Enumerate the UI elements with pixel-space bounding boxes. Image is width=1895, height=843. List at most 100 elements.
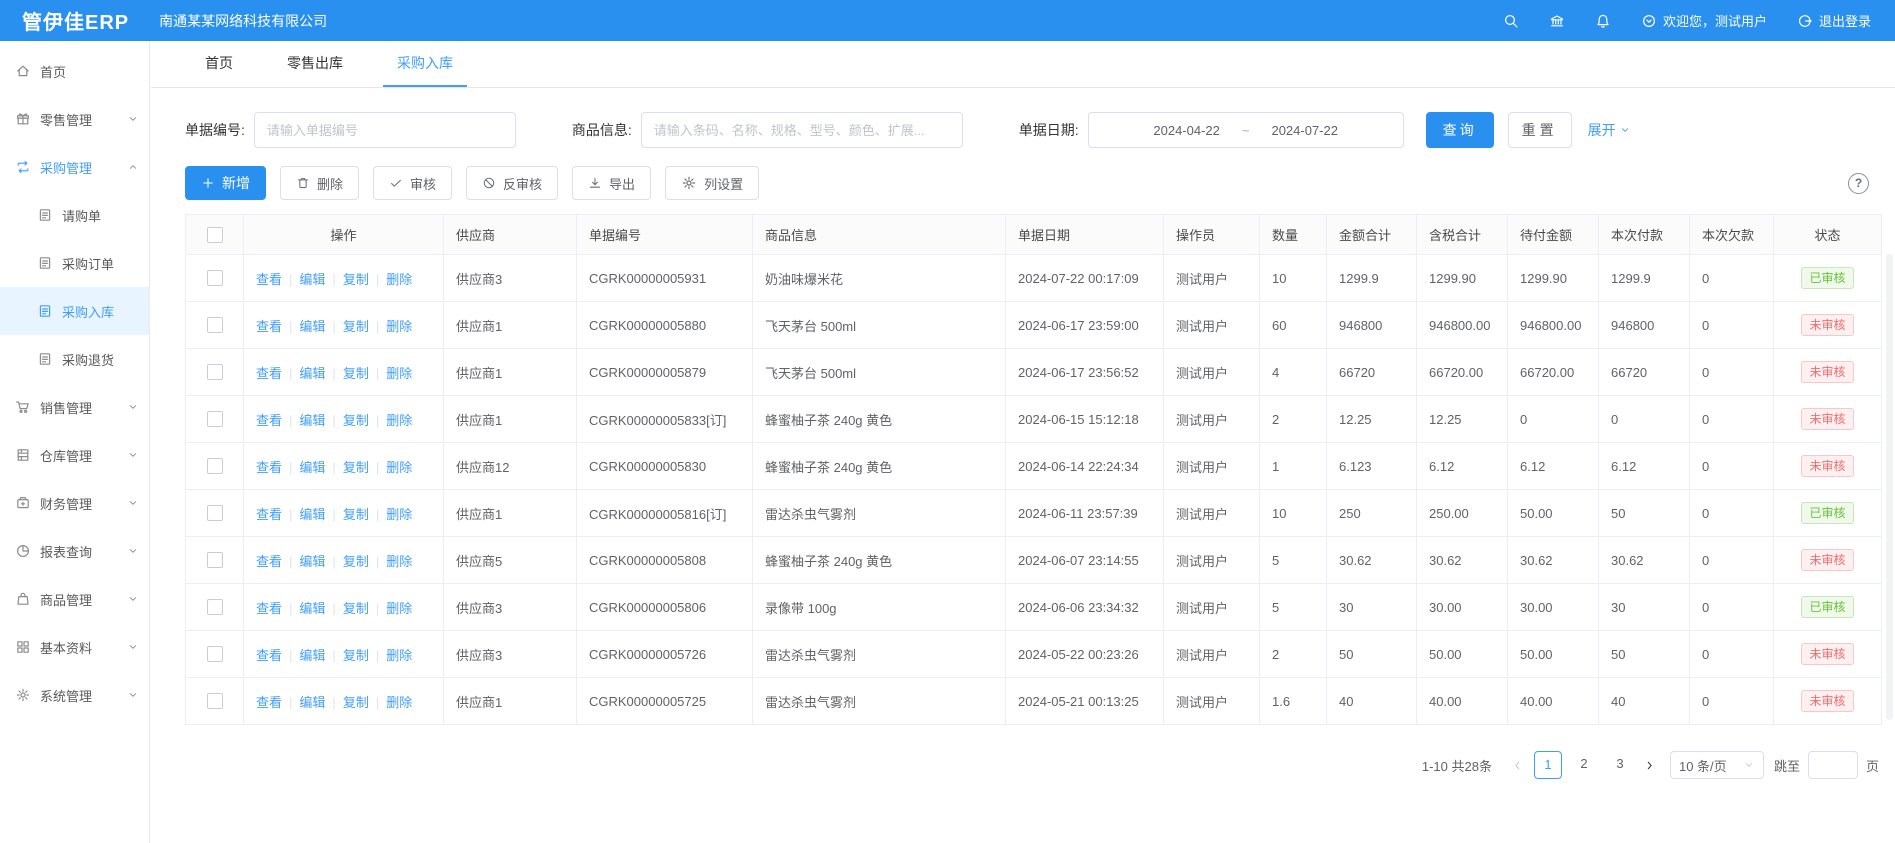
sidebar-item-finance[interactable]: 财务管理 — [0, 479, 149, 527]
sidebar-item-warehouse[interactable]: 仓库管理 — [0, 431, 149, 479]
row-checkbox[interactable] — [207, 693, 223, 709]
sidebar-item-retail[interactable]: 零售管理 — [0, 95, 149, 143]
row-action-edit[interactable]: 编辑 — [299, 413, 325, 428]
row-action-view[interactable]: 查看 — [256, 554, 282, 569]
row-action-view[interactable]: 查看 — [256, 695, 282, 710]
page-number-3[interactable]: 3 — [1606, 751, 1634, 779]
doc-no-input[interactable] — [254, 112, 516, 148]
row-action-view[interactable]: 查看 — [256, 366, 282, 381]
cell-date: 2024-06-07 23:14:55 — [1006, 537, 1164, 584]
sidebar-item-label: 请购单 — [62, 206, 101, 225]
sidebar-item-system[interactable]: 系统管理 — [0, 671, 149, 719]
row-checkbox[interactable] — [207, 646, 223, 662]
row-action-copy[interactable]: 复制 — [343, 648, 369, 663]
row-action-delete[interactable]: 删除 — [386, 460, 412, 475]
row-action-edit[interactable]: 编辑 — [299, 319, 325, 334]
audit-button[interactable]: 审核 — [373, 166, 452, 200]
tab-home[interactable]: 首页 — [191, 41, 247, 87]
logout-button[interactable]: 退出登录 — [1797, 11, 1871, 30]
row-checkbox[interactable] — [207, 270, 223, 286]
sidebar-item-goods[interactable]: 商品管理 — [0, 575, 149, 623]
row-action-edit[interactable]: 编辑 — [299, 460, 325, 475]
sidebar-item-reports[interactable]: 报表查询 — [0, 527, 149, 575]
row-action-copy[interactable]: 复制 — [343, 460, 369, 475]
jump-page-input[interactable] — [1808, 751, 1858, 779]
row-checkbox[interactable] — [207, 317, 223, 333]
user-menu[interactable]: 欢迎您，测试用户 — [1641, 11, 1767, 30]
delete-button[interactable]: 删除 — [280, 166, 359, 200]
row-action-delete[interactable]: 删除 — [386, 272, 412, 287]
column-settings-button[interactable]: 列设置 — [665, 166, 759, 200]
row-action-view[interactable]: 查看 — [256, 319, 282, 334]
sidebar-item-sales[interactable]: 销售管理 — [0, 383, 149, 431]
row-action-copy[interactable]: 复制 — [343, 413, 369, 428]
sidebar-item-purchase-order[interactable]: 采购订单 — [0, 239, 149, 287]
date-range-picker[interactable]: 2024-04-22 ~ 2024-07-22 — [1088, 112, 1404, 148]
select-all-checkbox[interactable] — [207, 227, 223, 243]
cell-qty: 10 — [1260, 255, 1327, 302]
add-button[interactable]: 新增 — [185, 166, 266, 200]
row-action-copy[interactable]: 复制 — [343, 319, 369, 334]
cell-amount: 30 — [1327, 584, 1417, 631]
sidebar-item-basic-data[interactable]: 基本资料 — [0, 623, 149, 671]
row-action-view[interactable]: 查看 — [256, 601, 282, 616]
sidebar-item-home[interactable]: 首页 — [0, 47, 149, 95]
row-action-view[interactable]: 查看 — [256, 648, 282, 663]
row-action-delete[interactable]: 删除 — [386, 695, 412, 710]
cell-product: 飞天茅台 500ml — [753, 302, 1006, 349]
vertical-scrollbar[interactable] — [1886, 254, 1893, 720]
reset-button[interactable]: 重置 — [1508, 112, 1572, 148]
row-checkbox[interactable] — [207, 458, 223, 474]
row-action-copy[interactable]: 复制 — [343, 272, 369, 287]
row-action-edit[interactable]: 编辑 — [299, 601, 325, 616]
row-action-delete[interactable]: 删除 — [386, 601, 412, 616]
export-button[interactable]: 导出 — [572, 166, 651, 200]
row-action-view[interactable]: 查看 — [256, 272, 282, 287]
tab-retail-outbound[interactable]: 零售出库 — [273, 41, 357, 87]
bell-icon[interactable] — [1595, 13, 1611, 29]
row-action-edit[interactable]: 编辑 — [299, 554, 325, 569]
row-action-view[interactable]: 查看 — [256, 413, 282, 428]
prev-page-button[interactable] — [1506, 759, 1530, 772]
row-action-view[interactable]: 查看 — [256, 460, 282, 475]
row-checkbox[interactable] — [207, 505, 223, 521]
row-action-delete[interactable]: 删除 — [386, 507, 412, 522]
row-action-edit[interactable]: 编辑 — [299, 272, 325, 287]
row-action-edit[interactable]: 编辑 — [299, 648, 325, 663]
row-action-view[interactable]: 查看 — [256, 507, 282, 522]
sidebar-item-purchase-return[interactable]: 采购退货 — [0, 335, 149, 383]
bank-icon[interactable] — [1549, 13, 1565, 29]
row-checkbox[interactable] — [207, 364, 223, 380]
page-number-2[interactable]: 2 — [1570, 751, 1598, 779]
unaudit-button[interactable]: 反审核 — [466, 166, 558, 200]
next-page-button[interactable] — [1638, 759, 1662, 772]
row-action-copy[interactable]: 复制 — [343, 366, 369, 381]
search-button[interactable]: 查询 — [1426, 112, 1494, 148]
row-action-delete[interactable]: 删除 — [386, 554, 412, 569]
sidebar-item-purchase[interactable]: 采购管理 — [0, 143, 149, 191]
row-action-delete[interactable]: 删除 — [386, 648, 412, 663]
expand-toggle[interactable]: 展开 — [1588, 120, 1631, 140]
cell-qty: 5 — [1260, 584, 1327, 631]
row-action-delete[interactable]: 删除 — [386, 413, 412, 428]
row-action-copy[interactable]: 复制 — [343, 554, 369, 569]
page-number-1[interactable]: 1 — [1534, 751, 1562, 779]
row-action-copy[interactable]: 复制 — [343, 507, 369, 522]
help-icon[interactable]: ? — [1848, 173, 1869, 194]
row-action-edit[interactable]: 编辑 — [299, 507, 325, 522]
row-checkbox[interactable] — [207, 411, 223, 427]
product-info-input[interactable] — [641, 112, 963, 148]
tab-purchase-inbound[interactable]: 采购入库 — [383, 41, 467, 87]
search-icon[interactable] — [1503, 13, 1519, 29]
row-action-copy[interactable]: 复制 — [343, 601, 369, 616]
row-action-copy[interactable]: 复制 — [343, 695, 369, 710]
row-action-delete[interactable]: 删除 — [386, 366, 412, 381]
page-size-select[interactable]: 10 条/页 — [1670, 751, 1764, 779]
row-action-delete[interactable]: 删除 — [386, 319, 412, 334]
row-action-edit[interactable]: 编辑 — [299, 695, 325, 710]
row-checkbox[interactable] — [207, 599, 223, 615]
sidebar-item-purchase-request[interactable]: 请购单 — [0, 191, 149, 239]
sidebar-item-purchase-inbound[interactable]: 采购入库 — [0, 287, 149, 335]
row-checkbox[interactable] — [207, 552, 223, 568]
row-action-edit[interactable]: 编辑 — [299, 366, 325, 381]
